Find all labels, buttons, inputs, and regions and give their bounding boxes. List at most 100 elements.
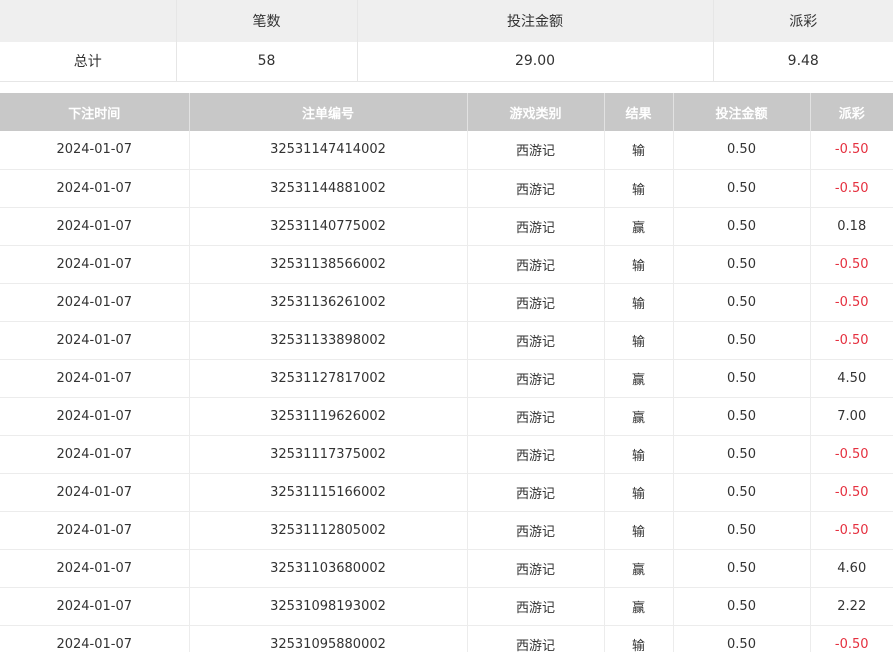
cell-bet-id: 32531140775002 [189,207,468,245]
table-row[interactable]: 2024-01-07 32531119626002 西游记赢 0.50 7.00 [0,397,893,435]
table-row[interactable]: 2024-01-07 32531098193002 西游记赢 0.50 2.22 [0,587,893,625]
cell-bet-id: 32531103680002 [189,549,468,587]
summary-header-row: 笔数 投注金额 派彩 [0,0,893,42]
cell-bet-id: 32531112805002 [189,511,468,549]
column-header-payout[interactable]: 派彩 [810,93,893,131]
summary-total-row: 总计 58 29.00 9.48 [0,42,893,81]
cell-game-type: 西游记 [467,587,605,625]
table-row[interactable]: 2024-01-07 32531115166002 西游记输 0.50 -0.50 [0,473,893,511]
cell-result: 赢 [604,359,674,397]
cell-bet-id: 32531136261002 [189,283,468,321]
cell-game-type: 西游记 [467,549,605,587]
cell-payout: -0.50 [834,256,869,272]
cell-result: 输 [604,511,674,549]
cell-bet-amount: 0.50 [673,511,811,549]
cell-result: 赢 [604,587,674,625]
cell-payout: -0.50 [834,636,869,652]
summary-header-blank [0,0,177,42]
cell-game-type: 西游记 [467,283,605,321]
bet-records-table: 下注时间 注单编号 游戏类别 结果 投注金额 派彩 2024-01-07 3253… [0,93,893,652]
cell-result: 赢 [604,549,674,587]
cell-bet-id: 32531117375002 [189,435,468,473]
cell-bet-time: 2024-01-07 [0,283,190,321]
cell-payout: -0.50 [834,332,869,348]
cell-result: 输 [604,131,674,169]
column-header-bet-id[interactable]: 注单编号 [189,93,468,131]
cell-bet-time: 2024-01-07 [0,587,190,625]
cell-bet-amount: 0.50 [673,473,811,511]
cell-game-type: 西游记 [467,435,605,473]
table-row[interactable]: 2024-01-07 32531127817002 西游记赢 0.50 4.50 [0,359,893,397]
table-row[interactable]: 2024-01-07 32531138566002 西游记输 0.50 -0.50 [0,245,893,283]
table-row[interactable]: 2024-01-07 32531095880002 西游记输 0.50 -0.50 [0,625,893,652]
cell-bet-amount: 0.50 [673,283,811,321]
cell-game-type: 西游记 [467,131,605,169]
summary-header-bet-amount: 投注金额 [357,0,714,42]
cell-bet-time: 2024-01-07 [0,473,190,511]
table-row[interactable]: 2024-01-07 32531112805002 西游记输 0.50 -0.50 [0,511,893,549]
table-row[interactable]: 2024-01-07 32531117375002 西游记输 0.50 -0.50 [0,435,893,473]
cell-game-type: 西游记 [467,321,605,359]
cell-game-type: 西游记 [467,625,605,652]
cell-result: 输 [604,245,674,283]
table-row[interactable]: 2024-01-07 32531147414002 西游记输 0.50 -0.50 [0,131,893,169]
cell-payout: -0.50 [834,522,869,538]
cell-game-type: 西游记 [467,511,605,549]
cell-bet-time: 2024-01-07 [0,169,190,207]
cell-bet-time: 2024-01-07 [0,245,190,283]
cell-bet-amount: 0.50 [673,587,811,625]
cell-bet-amount: 0.50 [673,359,811,397]
table-row[interactable]: 2024-01-07 32531136261002 西游记输 0.50 -0.50 [0,283,893,321]
column-header-bet-amount[interactable]: 投注金额 [673,93,811,131]
table-row[interactable]: 2024-01-07 32531144881002 西游记输 0.50 -0.50 [0,169,893,207]
cell-bet-amount: 0.50 [673,131,811,169]
table-row[interactable]: 2024-01-07 32531133898002 西游记输 0.50 -0.50 [0,321,893,359]
cell-payout: 4.60 [837,560,867,576]
cell-game-type: 西游记 [467,207,605,245]
cell-bet-id: 32531133898002 [189,321,468,359]
cell-bet-amount: 0.50 [673,625,811,652]
cell-bet-time: 2024-01-07 [0,131,190,169]
cell-payout: -0.50 [834,484,869,500]
cell-game-type: 西游记 [467,359,605,397]
cell-result: 输 [604,283,674,321]
table-row[interactable]: 2024-01-07 32531140775002 西游记赢 0.50 0.18 [0,207,893,245]
summary-table: 笔数 投注金额 派彩 总计 58 29.00 9.48 [0,0,893,82]
cell-bet-id: 32531127817002 [189,359,468,397]
cell-bet-amount: 0.50 [673,245,811,283]
column-header-bet-time[interactable]: 下注时间 [0,93,190,131]
cell-bet-id: 32531119626002 [189,397,468,435]
cell-bet-id: 32531095880002 [189,625,468,652]
cell-result: 输 [604,625,674,652]
cell-bet-time: 2024-01-07 [0,625,190,652]
cell-bet-amount: 0.50 [673,397,811,435]
cell-game-type: 西游记 [467,245,605,283]
cell-bet-id: 32531138566002 [189,245,468,283]
column-header-result[interactable]: 结果 [604,93,674,131]
cell-bet-amount: 0.50 [673,435,811,473]
cell-bet-time: 2024-01-07 [0,207,190,245]
bets-header-row: 下注时间 注单编号 游戏类别 结果 投注金额 派彩 [0,93,893,131]
cell-payout: -0.50 [834,142,869,158]
cell-payout: -0.50 [834,446,869,462]
cell-result: 赢 [604,207,674,245]
cell-result: 输 [604,169,674,207]
table-row[interactable]: 2024-01-07 32531103680002 西游记赢 0.50 4.60 [0,549,893,587]
cell-bet-time: 2024-01-07 [0,359,190,397]
cell-bet-amount: 0.50 [673,169,811,207]
cell-bet-amount: 0.50 [673,549,811,587]
cell-payout: 2.22 [837,598,867,614]
cell-game-type: 西游记 [467,397,605,435]
summary-total-label: 总计 [0,42,177,81]
cell-result: 输 [604,435,674,473]
cell-bet-id: 32531147414002 [189,131,468,169]
cell-payout: 7.00 [837,408,867,424]
cell-result: 输 [604,473,674,511]
cell-bet-time: 2024-01-07 [0,321,190,359]
column-header-game-type[interactable]: 游戏类别 [467,93,605,131]
cell-result: 赢 [604,397,674,435]
cell-payout: 4.50 [837,370,867,386]
summary-header-payout: 派彩 [789,14,818,30]
cell-bet-id: 32531098193002 [189,587,468,625]
cell-bet-time: 2024-01-07 [0,435,190,473]
